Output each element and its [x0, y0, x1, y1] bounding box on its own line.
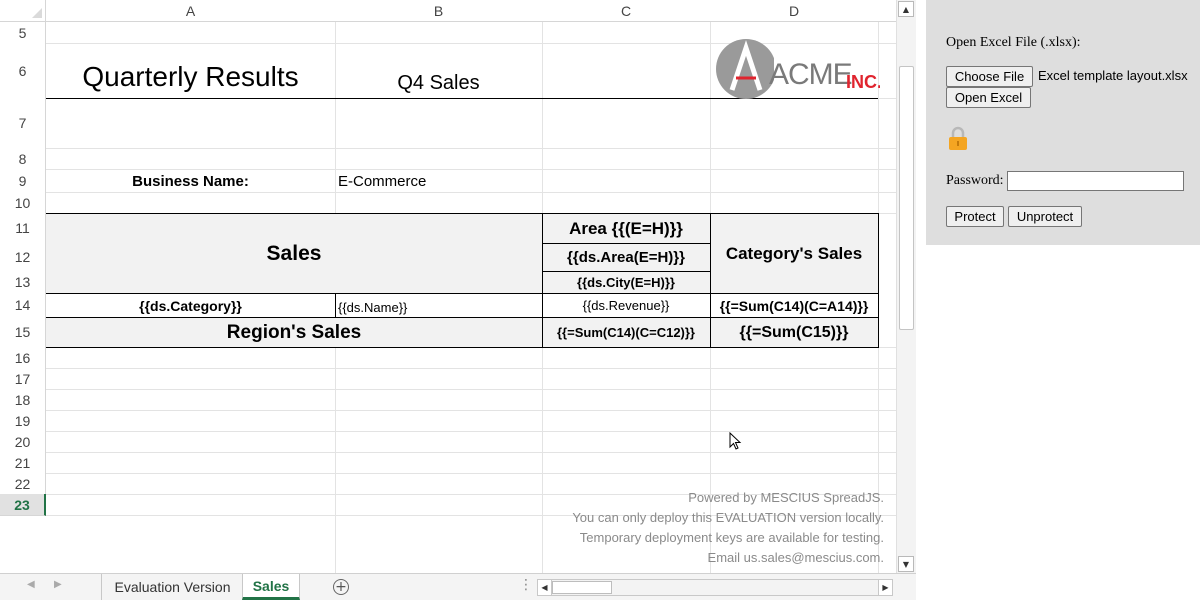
row-header-6[interactable]: 6: [0, 43, 46, 99]
column-header-d[interactable]: D: [710, 0, 879, 22]
column-header-a[interactable]: A: [46, 0, 336, 22]
open-excel-button[interactable]: Open Excel: [946, 87, 1031, 108]
protect-button[interactable]: Protect: [946, 206, 1004, 227]
area-cell[interactable]: Area {{(E=H)}}: [542, 214, 710, 244]
gridline: [46, 431, 896, 432]
evaluation-watermark: Powered by MESCIUS SpreadJS. You can onl…: [520, 488, 884, 568]
corner-triangle-icon: [32, 8, 42, 18]
add-sheet-icon[interactable]: +: [333, 579, 349, 595]
border-line: [542, 243, 710, 244]
password-input[interactable]: [1007, 171, 1184, 191]
column-header-e[interactable]: [878, 0, 896, 22]
sum-region-cell[interactable]: {{=Sum(C14)(C=C12)}}: [542, 318, 710, 347]
category-sales-cell[interactable]: Category's Sales: [710, 214, 878, 293]
row-header-16[interactable]: 16: [0, 347, 46, 369]
ds-name-cell[interactable]: {{ds.Name}}: [335, 296, 542, 319]
acme-logo: ACME INC.: [714, 38, 880, 100]
unprotect-button[interactable]: Unprotect: [1008, 206, 1082, 227]
lock-icon: [949, 126, 967, 150]
select-all-corner[interactable]: [0, 0, 46, 22]
border-line: [878, 213, 879, 348]
title-cell[interactable]: Quarterly Results: [46, 56, 335, 98]
row-header-9[interactable]: 9: [0, 169, 46, 193]
gridline: [46, 192, 896, 193]
row-header-22[interactable]: 22: [0, 473, 46, 495]
border-line: [46, 293, 879, 294]
row-header-15[interactable]: 15: [0, 317, 46, 348]
horizontal-scroll-thumb[interactable]: [552, 581, 612, 594]
row-header-21[interactable]: 21: [0, 452, 46, 474]
gridline: [46, 389, 896, 390]
column-header-b[interactable]: B: [335, 0, 543, 22]
horizontal-scrollbar[interactable]: ◀ ▶: [537, 579, 893, 596]
row-header-18[interactable]: 18: [0, 389, 46, 411]
row-header-20[interactable]: 20: [0, 431, 46, 453]
cell-grid[interactable]: A B C D 5 6 7 8 9 10 11 12 13 14 15 16 1…: [0, 0, 896, 573]
business-label-cell[interactable]: Business Name:: [46, 170, 335, 192]
subtitle-cell[interactable]: Q4 Sales: [335, 68, 542, 98]
selected-file-name: Excel template layout.xlsx: [1038, 68, 1188, 83]
spreadsheet[interactable]: A B C D 5 6 7 8 9 10 11 12 13 14 15 16 1…: [0, 0, 916, 600]
logo-text: ACME: [769, 58, 853, 91]
ds-area-cell[interactable]: {{ds.Area(E=H)}}: [542, 244, 710, 271]
watermark-line: You can only deploy this EVALUATION vers…: [572, 510, 884, 525]
row-header-8[interactable]: 8: [0, 148, 46, 170]
border-line: [710, 213, 711, 347]
gridline: [46, 452, 896, 453]
mouse-pointer-icon: [729, 432, 742, 450]
tab-sales[interactable]: Sales: [242, 574, 300, 600]
row-header-5[interactable]: 5: [0, 22, 46, 44]
acme-logo-icon: [716, 39, 776, 99]
row-header-19[interactable]: 19: [0, 410, 46, 432]
vertical-scroll-thumb[interactable]: [899, 66, 914, 330]
column-header-c[interactable]: C: [542, 0, 711, 22]
row-header-12[interactable]: 12: [0, 243, 46, 272]
border-line: [46, 347, 879, 348]
row-header-10[interactable]: 10: [0, 192, 46, 214]
business-value-cell[interactable]: E-Commerce: [335, 170, 542, 192]
region-sales-cell[interactable]: Region's Sales: [46, 318, 542, 347]
row-header-17[interactable]: 17: [0, 368, 46, 390]
scroll-left-button[interactable]: ◀: [538, 580, 552, 595]
scroll-up-button[interactable]: ▲: [898, 1, 914, 17]
sales-header-cell[interactable]: Sales: [46, 214, 542, 293]
gridline: [46, 410, 896, 411]
splitter-handle-icon[interactable]: ⋮: [519, 577, 533, 593]
open-file-label: Open Excel File (.xlsx):: [946, 35, 1081, 50]
ds-category-cell[interactable]: {{ds.Category}}: [46, 294, 335, 317]
scroll-right-button[interactable]: ▶: [878, 580, 892, 595]
watermark-line: Email us.sales@mescius.com.: [707, 550, 884, 565]
options-panel: Open Excel File (.xlsx): Choose File Exc…: [926, 0, 1200, 245]
scroll-down-button[interactable]: ▼: [898, 556, 914, 572]
border-line: [46, 213, 879, 214]
row-header-11[interactable]: 11: [0, 213, 46, 244]
sum-total-cell[interactable]: {{=Sum(C15)}}: [710, 318, 878, 347]
row-header-14[interactable]: 14: [0, 293, 46, 318]
border-line: [542, 213, 543, 347]
sheet-tab-bar: ◀ ▶ Evaluation Version Sales + ⋮ ◀ ▶: [0, 573, 916, 600]
tab-evaluation-version[interactable]: Evaluation Version: [101, 574, 243, 600]
password-label: Password:: [946, 173, 1004, 188]
row-header-7[interactable]: 7: [0, 98, 46, 149]
choose-file-button[interactable]: Choose File: [946, 66, 1033, 87]
gridline: [46, 473, 896, 474]
tab-prev-icon[interactable]: ◀: [27, 579, 35, 590]
ds-revenue-cell[interactable]: {{ds.Revenue}}: [542, 294, 710, 317]
row-header-23[interactable]: 23: [0, 494, 46, 516]
gridline: [46, 368, 896, 369]
sum-category-cell[interactable]: {{=Sum(C14)(C=A14)}}: [710, 294, 878, 317]
border-line: [46, 317, 879, 318]
watermark-line: Temporary deployment keys are available …: [579, 530, 884, 545]
gridline: [46, 148, 896, 149]
row-header-13[interactable]: 13: [0, 271, 46, 294]
logo-suffix: INC.: [846, 72, 880, 92]
border-line: [335, 293, 336, 317]
ds-city-cell[interactable]: {{ds.City(E=H)}}: [542, 272, 710, 293]
vertical-scrollbar[interactable]: ▲ ▼: [896, 0, 916, 573]
border-line: [542, 271, 710, 272]
watermark-line: Powered by MESCIUS SpreadJS.: [688, 490, 884, 505]
tab-next-icon[interactable]: ▶: [54, 579, 62, 590]
